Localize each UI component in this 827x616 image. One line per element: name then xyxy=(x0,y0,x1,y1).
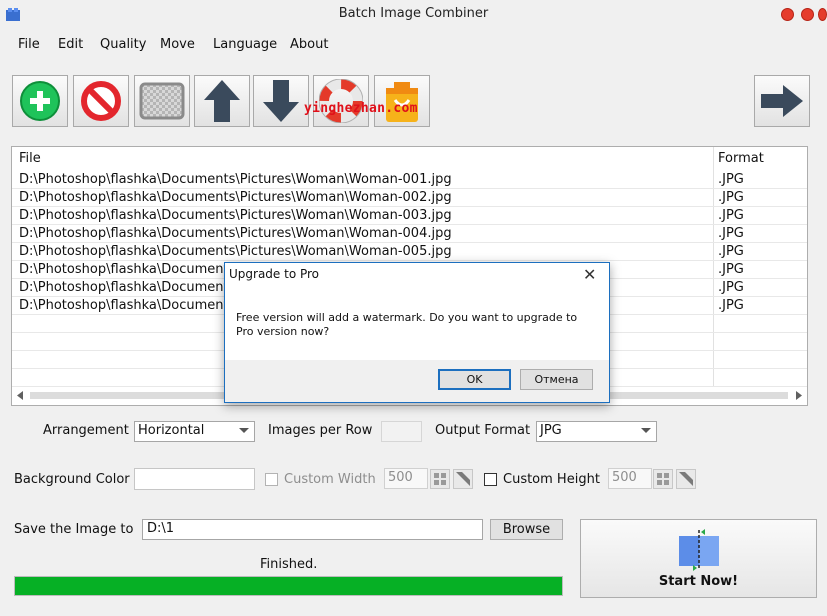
close-icon[interactable]: ✕ xyxy=(583,265,596,284)
cell-format: .JPG xyxy=(718,172,744,187)
output-format-label: Output Format xyxy=(435,423,531,438)
dialog-title: Upgrade to Pro xyxy=(229,267,320,281)
start-label: Start Now! xyxy=(658,574,739,589)
cell-file: D:\Photoshop\flashka\Documents\Pictures\… xyxy=(19,208,452,223)
menu-bar: File Edit Quality Move Language About xyxy=(0,34,827,56)
menu-about[interactable]: About xyxy=(290,37,328,52)
window-title: Batch Image Combiner xyxy=(338,6,489,21)
browse-button[interactable]: Browse xyxy=(490,519,563,540)
cell-format: .JPG xyxy=(718,190,744,205)
table-row[interactable]: D:\Photoshop\flashka\Documents\Pictures\… xyxy=(12,207,807,225)
table-row[interactable]: D:\Photoshop\flashka\Documents\Pictures\… xyxy=(12,171,807,189)
title-bar: Batch Image Combiner xyxy=(0,0,827,30)
clear-icon xyxy=(139,82,185,120)
height-resize-button[interactable] xyxy=(676,469,696,489)
output-format-value: JPG xyxy=(540,423,562,438)
next-button[interactable] xyxy=(754,75,810,127)
save-label: Save the Image to xyxy=(14,522,134,537)
cell-format: .JPG xyxy=(718,208,744,223)
menu-quality[interactable]: Quality xyxy=(100,37,146,52)
custom-height-label: Custom Height xyxy=(503,472,600,487)
output-format-select[interactable]: JPG xyxy=(536,421,657,442)
move-up-button[interactable] xyxy=(194,75,250,127)
cancel-button[interactable]: Отмена xyxy=(520,369,593,390)
cell-file: D:\Photoshop\flashka\Document xyxy=(19,262,229,277)
remove-button[interactable] xyxy=(73,75,129,127)
table-row[interactable]: D:\Photoshop\flashka\Documents\Pictures\… xyxy=(12,225,807,243)
arrow-right-icon xyxy=(761,85,803,117)
width-grid-button[interactable] xyxy=(430,469,450,489)
cell-file: D:\Photoshop\flashka\Document xyxy=(19,280,229,295)
cell-file: D:\Photoshop\flashka\Document xyxy=(19,298,229,313)
cell-format: .JPG xyxy=(718,280,744,295)
grid-icon xyxy=(657,473,669,485)
menu-edit[interactable]: Edit xyxy=(58,37,83,52)
chevron-down-icon xyxy=(641,428,651,433)
scroll-right-icon[interactable] xyxy=(795,391,803,400)
resize-icon xyxy=(456,472,470,486)
status-text: Finished. xyxy=(260,557,318,572)
move-up-icon xyxy=(204,80,240,122)
column-header-format[interactable]: Format xyxy=(718,151,764,166)
images-per-row-input[interactable] xyxy=(381,421,422,442)
custom-height-checkbox[interactable] xyxy=(484,473,497,486)
cell-format: .JPG xyxy=(718,226,744,241)
move-down-icon xyxy=(263,80,299,122)
background-color-field[interactable] xyxy=(134,468,255,490)
move-down-button[interactable] xyxy=(253,75,309,127)
resize-icon xyxy=(679,472,693,486)
cell-format: .JPG xyxy=(718,262,744,277)
arrangement-select[interactable]: Horizontal xyxy=(134,421,255,442)
add-icon xyxy=(20,81,60,121)
save-path-value: D:\1 xyxy=(147,521,175,536)
upgrade-dialog: Upgrade to Pro ✕ Free version will add a… xyxy=(224,262,610,403)
height-grid-button[interactable] xyxy=(653,469,673,489)
arrangement-label: Arrangement xyxy=(43,423,129,438)
table-row[interactable]: D:\Photoshop\flashka\Documents\Pictures\… xyxy=(12,243,807,261)
custom-width-value: 500 xyxy=(388,470,413,485)
minimize-button[interactable] xyxy=(781,8,794,21)
combine-icon xyxy=(678,529,719,571)
cell-format: .JPG xyxy=(718,244,744,259)
images-per-row-label: Images per Row xyxy=(268,423,373,438)
custom-width-input[interactable]: 500 xyxy=(384,468,428,489)
cell-file: D:\Photoshop\flashka\Documents\Pictures\… xyxy=(19,172,452,187)
scroll-left-icon[interactable] xyxy=(16,391,24,400)
close-button[interactable] xyxy=(818,8,827,21)
menu-move[interactable]: Move xyxy=(160,37,195,52)
column-header-file[interactable]: File xyxy=(19,151,41,166)
dialog-title-bar: Upgrade to Pro ✕ xyxy=(225,263,609,287)
clear-button[interactable] xyxy=(134,75,190,127)
width-resize-button[interactable] xyxy=(453,469,473,489)
custom-height-input[interactable]: 500 xyxy=(608,468,652,489)
cell-file: D:\Photoshop\flashka\Documents\Pictures\… xyxy=(19,244,452,259)
background-color-label: Background Color xyxy=(14,472,130,487)
cell-format: .JPG xyxy=(718,298,744,313)
custom-width-checkbox[interactable] xyxy=(265,473,278,486)
grid-icon xyxy=(434,473,446,485)
remove-icon xyxy=(81,81,121,121)
cell-file: D:\Photoshop\flashka\Documents\Pictures\… xyxy=(19,226,452,241)
chevron-down-icon xyxy=(239,428,249,433)
ok-button[interactable]: OK xyxy=(438,369,511,390)
add-button[interactable] xyxy=(12,75,68,127)
watermark-text: yinghezhan.com xyxy=(304,101,418,116)
cell-file: D:\Photoshop\flashka\Documents\Pictures\… xyxy=(19,190,452,205)
custom-height-value: 500 xyxy=(612,470,637,485)
table-row[interactable]: D:\Photoshop\flashka\Documents\Pictures\… xyxy=(12,189,807,207)
dialog-body: Free version will add a watermark. Do yo… xyxy=(225,287,609,360)
menu-language[interactable]: Language xyxy=(213,37,277,52)
progress-bar xyxy=(14,576,563,596)
dialog-message: Free version will add a watermark. Do yo… xyxy=(236,311,578,338)
start-button[interactable]: Start Now! xyxy=(580,519,817,598)
maximize-button[interactable] xyxy=(801,8,814,21)
arrangement-value: Horizontal xyxy=(138,423,205,438)
menu-file[interactable]: File xyxy=(18,37,40,52)
save-path-field[interactable]: D:\1 xyxy=(142,519,483,540)
custom-width-label: Custom Width xyxy=(284,472,376,487)
